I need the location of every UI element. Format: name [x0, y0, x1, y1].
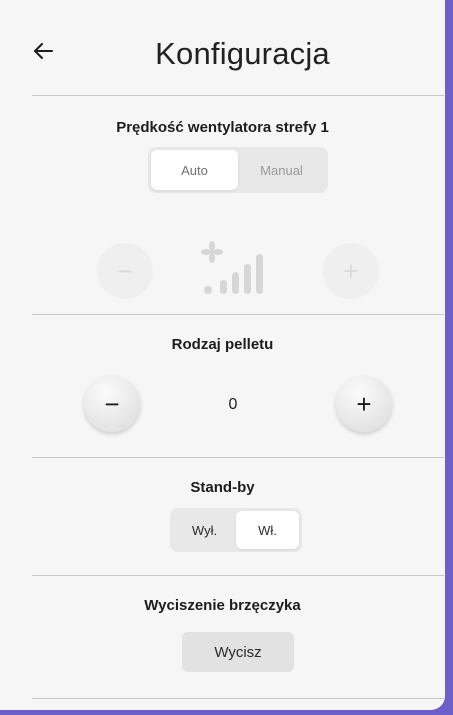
divider — [32, 457, 444, 458]
divider — [32, 314, 444, 315]
standby-toggle: Wył. Wł. — [170, 508, 302, 552]
pellet-increase-button[interactable]: + — [336, 376, 392, 432]
standby-on[interactable]: Wł. — [236, 511, 299, 549]
header: Konfiguracja — [0, 14, 445, 94]
divider — [32, 95, 444, 96]
app-frame: Konfiguracja Prędkość wentylatora strefy… — [0, 0, 453, 715]
standby-title: Stand-by — [190, 479, 255, 496]
divider — [32, 575, 444, 576]
back-arrow-icon[interactable] — [28, 36, 58, 66]
fan-speed-title: Prędkość wentylatora strefy 1 — [116, 119, 329, 136]
fan-decrease-button[interactable]: − — [97, 243, 153, 299]
pellet-value: 0 — [228, 396, 238, 413]
mute-button[interactable]: Wycisz — [182, 632, 294, 672]
divider — [32, 698, 444, 699]
fan-mode-auto[interactable]: Auto — [151, 150, 238, 190]
page-title: Konfiguracja — [155, 36, 330, 71]
pellet-decrease-button[interactable]: − — [84, 376, 140, 432]
fan-increase-button[interactable]: + — [323, 243, 379, 299]
buzzer-title: Wyciszenie brzęczyka — [144, 597, 301, 614]
fan-mode-toggle: Auto Manual — [148, 147, 328, 193]
config-panel: Konfiguracja Prędkość wentylatora strefy… — [0, 0, 445, 710]
standby-off[interactable]: Wył. — [173, 511, 236, 549]
pellet-title: Rodzaj pelletu — [171, 336, 274, 353]
fan-mode-manual[interactable]: Manual — [238, 150, 325, 190]
fan-level-icon — [196, 238, 278, 298]
